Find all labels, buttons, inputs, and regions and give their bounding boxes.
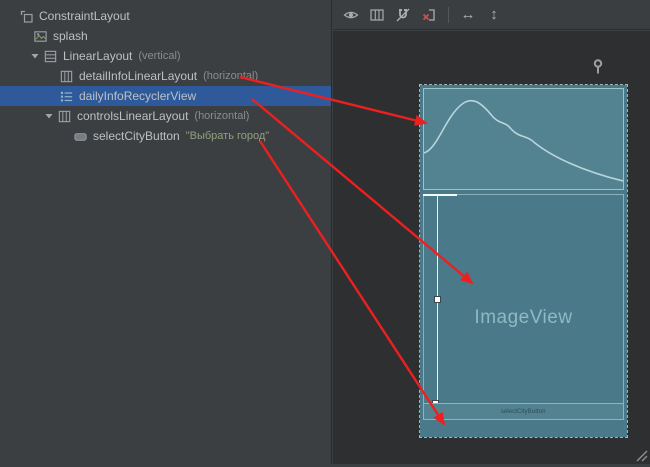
recycler-view-list-icon — [58, 88, 74, 104]
tree-item-controlslinearlayout[interactable]: controlsLinearLayout (horizontal) — [0, 106, 331, 126]
image-icon — [32, 28, 48, 44]
tree-item-linearlayout[interactable]: LinearLayout (vertical) — [0, 46, 331, 66]
resize-grip-icon[interactable] — [634, 448, 648, 462]
phone-preview[interactable]: ImageView selectCityButton — [420, 85, 627, 437]
resize-vertical-icon[interactable]: ↕ — [485, 6, 503, 24]
tree-item-meta: (horizontal) — [194, 110, 249, 122]
tree-item-label: ConstraintLayout — [39, 9, 130, 23]
toolbar-separator — [448, 7, 449, 23]
tree-item-label: dailyInfoRecyclerView — [79, 89, 196, 103]
selection-handle-middle[interactable] — [434, 296, 441, 303]
detail-info-wave-region[interactable] — [423, 88, 624, 190]
indent — [0, 76, 58, 77]
autoconnect-off-magnet-icon[interactable] — [394, 6, 412, 24]
selection-edge-highlight — [423, 194, 457, 196]
tree-item-meta: (horizontal) — [203, 70, 258, 82]
design-surface[interactable]: ImageView selectCityButton — [333, 31, 650, 464]
component-tree-panel: ConstraintLayout splash LinearLayout (ve… — [0, 0, 332, 464]
tree-item-label: detailInfoLinearLayout — [79, 69, 197, 83]
resize-horizontal-icon[interactable]: ↔ — [459, 6, 477, 24]
button-icon — [72, 128, 88, 144]
tree-item-label: controlsLinearLayout — [77, 109, 188, 123]
chevron-down-icon[interactable] — [28, 51, 42, 61]
tree-item-splash[interactable]: splash — [0, 26, 331, 46]
tree-item-dailyinforecyclerview[interactable]: dailyInfoRecyclerView — [0, 86, 331, 106]
clear-constraints-icon[interactable] — [420, 6, 438, 24]
indent — [0, 16, 18, 17]
imageview-placeholder-label: ImageView — [420, 307, 627, 329]
tree-item-label: splash — [53, 29, 88, 43]
select-city-button-label: selectCityButton — [501, 408, 546, 415]
tree-item-detailinfolinearlayout[interactable]: detailInfoLinearLayout (horizontal) — [0, 66, 331, 86]
indent — [0, 36, 32, 37]
constraint-layout-icon — [18, 8, 34, 24]
tree-item-label: LinearLayout — [63, 49, 132, 63]
layout-editor-window: ConstraintLayout splash LinearLayout (ve… — [0, 0, 650, 464]
indent — [0, 96, 58, 97]
view-options-eye-icon[interactable] — [342, 6, 360, 24]
chevron-down-icon[interactable] — [42, 111, 56, 121]
tree-item-text-value: "Выбрать город" — [186, 130, 269, 142]
indent — [0, 136, 72, 137]
tree-item-meta: (vertical) — [138, 50, 180, 62]
tree-item-selectcitybutton[interactable]: selectCityButton "Выбрать город" — [0, 126, 331, 146]
weather-wave-graph — [424, 89, 623, 189]
wrench-tool-icon[interactable] — [591, 59, 605, 75]
tree-item-constraintlayout[interactable]: ConstraintLayout — [0, 6, 331, 26]
indent — [0, 116, 42, 117]
select-city-button-preview[interactable]: selectCityButton — [423, 403, 624, 420]
indent — [0, 56, 28, 57]
recycler-view-selection[interactable] — [423, 194, 624, 407]
linear-layout-horizontal-icon — [58, 68, 74, 84]
blueprint-mode-icon[interactable] — [368, 6, 386, 24]
tree-item-label: selectCityButton — [93, 129, 180, 143]
linear-layout-horizontal-icon — [56, 108, 72, 124]
design-toolbar: ↔ ↕ — [333, 0, 650, 30]
linear-layout-vertical-icon — [42, 48, 58, 64]
